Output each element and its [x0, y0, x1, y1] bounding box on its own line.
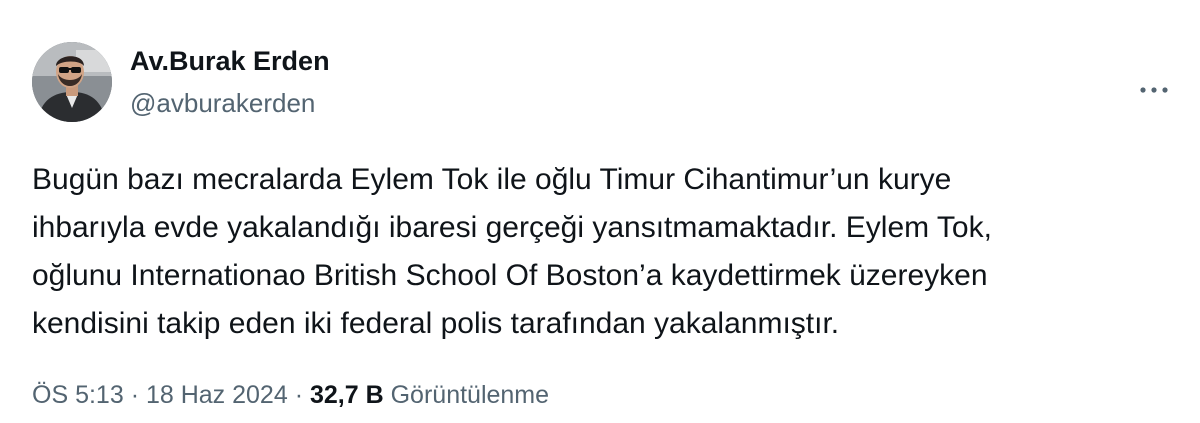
more-horizontal-icon [1140, 87, 1168, 93]
tweet-card: Av.Burak Erden @avburakerden Bugün bazı … [0, 0, 1200, 423]
tweet-meta: ÖS 5:13 · 18 Haz 2024 · 32,7 B Görüntüle… [32, 378, 549, 412]
tweet-text: Bugün bazı mecralarda Eylem Tok ile oğlu… [32, 163, 992, 340]
tweet-time[interactable]: ÖS 5:13 [32, 381, 124, 409]
views-label: Görüntülenme [390, 381, 550, 409]
user-avatar-photo [32, 42, 112, 122]
meta-separator: · [130, 381, 140, 409]
meta-separator: · [294, 381, 304, 409]
author-display-name[interactable]: Av.Burak Erden [130, 44, 330, 78]
views-count: 32,7 B [309, 381, 384, 409]
tweet-date[interactable]: 18 Haz 2024 [146, 381, 288, 409]
avatar[interactable] [32, 42, 112, 122]
more-button[interactable] [1134, 72, 1174, 108]
author-block: Av.Burak Erden @avburakerden [130, 44, 330, 120]
author-handle[interactable]: @avburakerden [130, 86, 330, 120]
